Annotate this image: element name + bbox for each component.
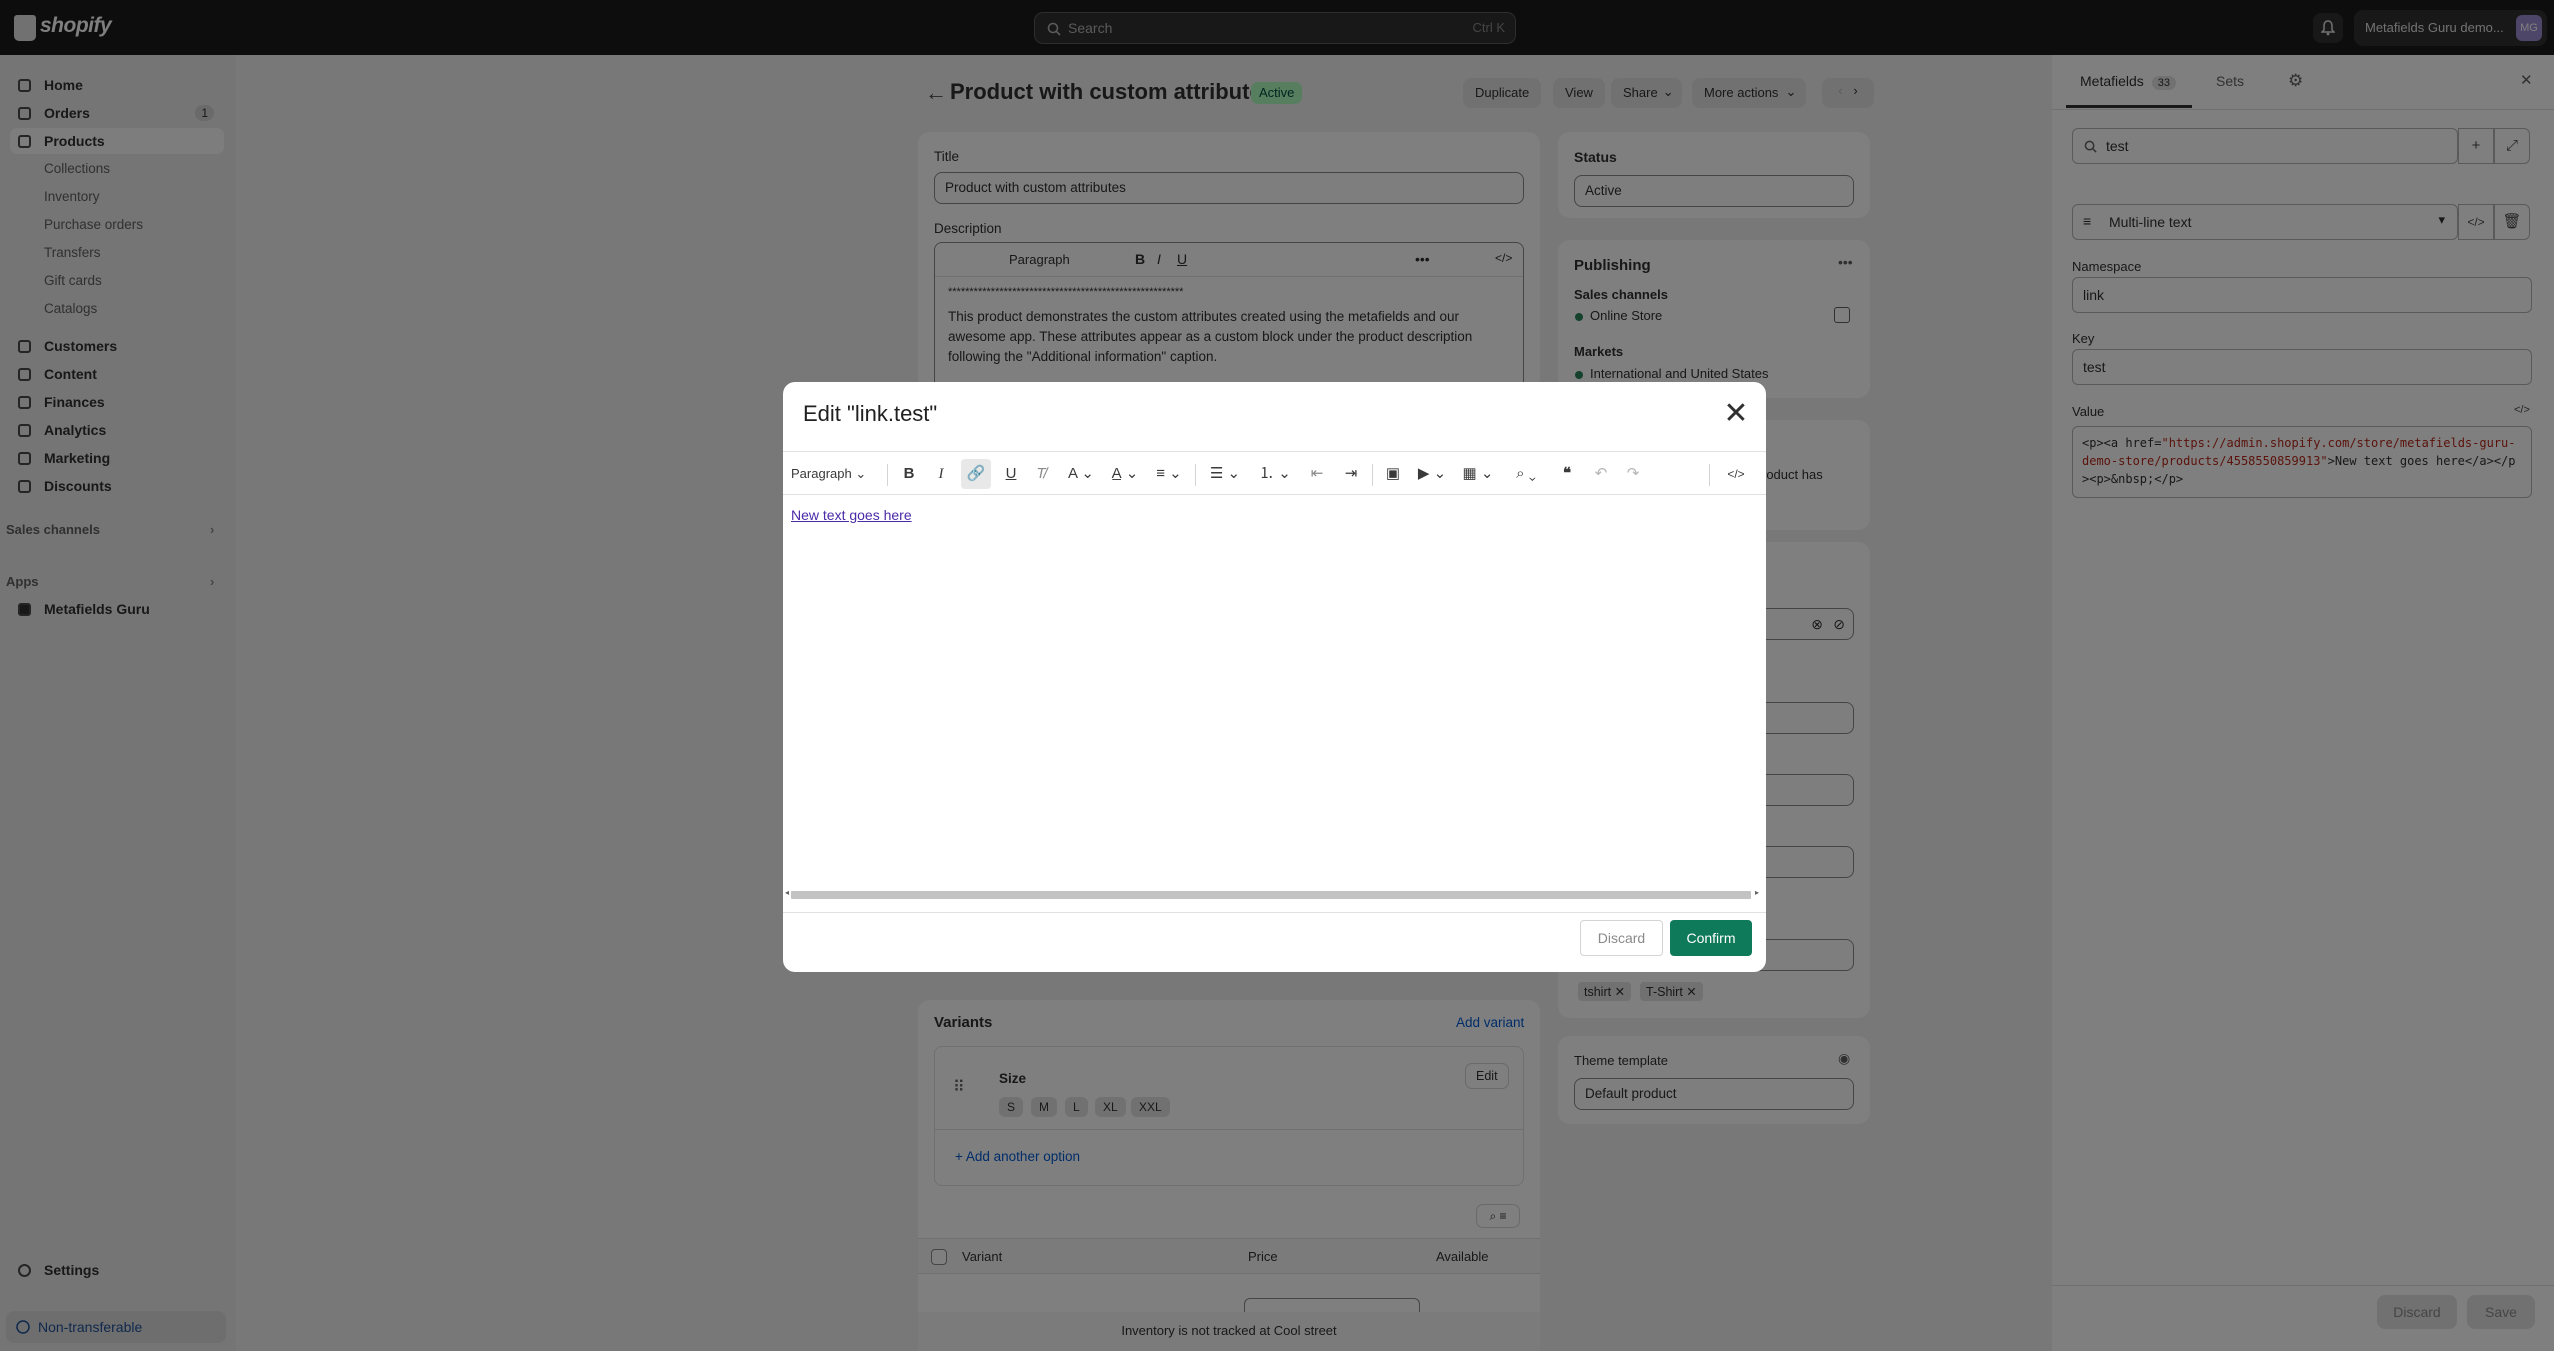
italic-icon[interactable]: I bbox=[929, 459, 953, 489]
toolbar-divider bbox=[1709, 464, 1710, 486]
bullet-list-icon[interactable]: ☰ ⌄ bbox=[1203, 459, 1247, 489]
scroll-right-icon[interactable]: ▸ bbox=[1755, 888, 1759, 897]
find-replace-icon[interactable]: ⌕ ⌄ bbox=[1505, 459, 1547, 489]
toolbar-divider bbox=[887, 464, 888, 486]
highlight-color-icon[interactable]: A̲ ⌄ bbox=[1105, 459, 1145, 489]
media-icon[interactable]: ▶ ⌄ bbox=[1411, 459, 1453, 489]
scroll-left-icon[interactable]: ◂ bbox=[785, 888, 789, 897]
undo-icon[interactable]: ↶ bbox=[1589, 459, 1613, 489]
indent-icon[interactable]: ⇥ bbox=[1337, 459, 1365, 489]
underline-icon[interactable]: U bbox=[999, 459, 1023, 489]
outdent-icon[interactable]: ⇤ bbox=[1303, 459, 1331, 489]
image-icon[interactable]: ▣ bbox=[1379, 459, 1407, 489]
paragraph-label: Paragraph bbox=[791, 466, 852, 481]
text-color-icon[interactable]: A ⌄ bbox=[1061, 459, 1101, 489]
paragraph-select[interactable]: Paragraph ⌄ bbox=[791, 459, 875, 489]
modal-title: Edit "link.test" bbox=[803, 401, 938, 426]
close-icon[interactable]: ✕ bbox=[1720, 398, 1752, 430]
bold-icon[interactable]: B bbox=[897, 459, 921, 489]
toolbar-divider bbox=[1372, 464, 1373, 486]
numbered-list-icon[interactable]: ⒈ ⌄ bbox=[1253, 459, 1297, 489]
clear-format-icon[interactable]: T̸ bbox=[1029, 459, 1053, 489]
chevron-down-icon: ⌄ bbox=[855, 466, 867, 481]
confirm-button[interactable]: Confirm bbox=[1670, 920, 1752, 956]
discard-button[interactable]: Discard bbox=[1580, 920, 1663, 956]
editor-link-text[interactable]: New text goes here bbox=[791, 507, 912, 523]
code-view-icon[interactable]: </> bbox=[1719, 459, 1753, 489]
edit-metafield-modal: Edit "link.test" ✕ Paragraph ⌄ B I 🔗 U T… bbox=[783, 382, 1766, 972]
horizontal-scrollbar[interactable] bbox=[791, 891, 1751, 899]
align-icon[interactable]: ≡ ⌄ bbox=[1149, 459, 1189, 489]
table-icon[interactable]: ▦ ⌄ bbox=[1457, 459, 1499, 489]
redo-icon[interactable]: ↷ bbox=[1621, 459, 1645, 489]
rich-text-editor[interactable]: New text goes here bbox=[783, 495, 1766, 850]
link-icon[interactable]: 🔗 bbox=[961, 459, 991, 489]
editor-toolbar: Paragraph ⌄ B I 🔗 U T̸ A ⌄ A̲ ⌄ ≡ ⌄ ☰ ⌄ … bbox=[783, 451, 1766, 495]
toolbar-divider bbox=[1195, 464, 1196, 486]
quote-icon[interactable]: ❝ bbox=[1553, 459, 1581, 489]
